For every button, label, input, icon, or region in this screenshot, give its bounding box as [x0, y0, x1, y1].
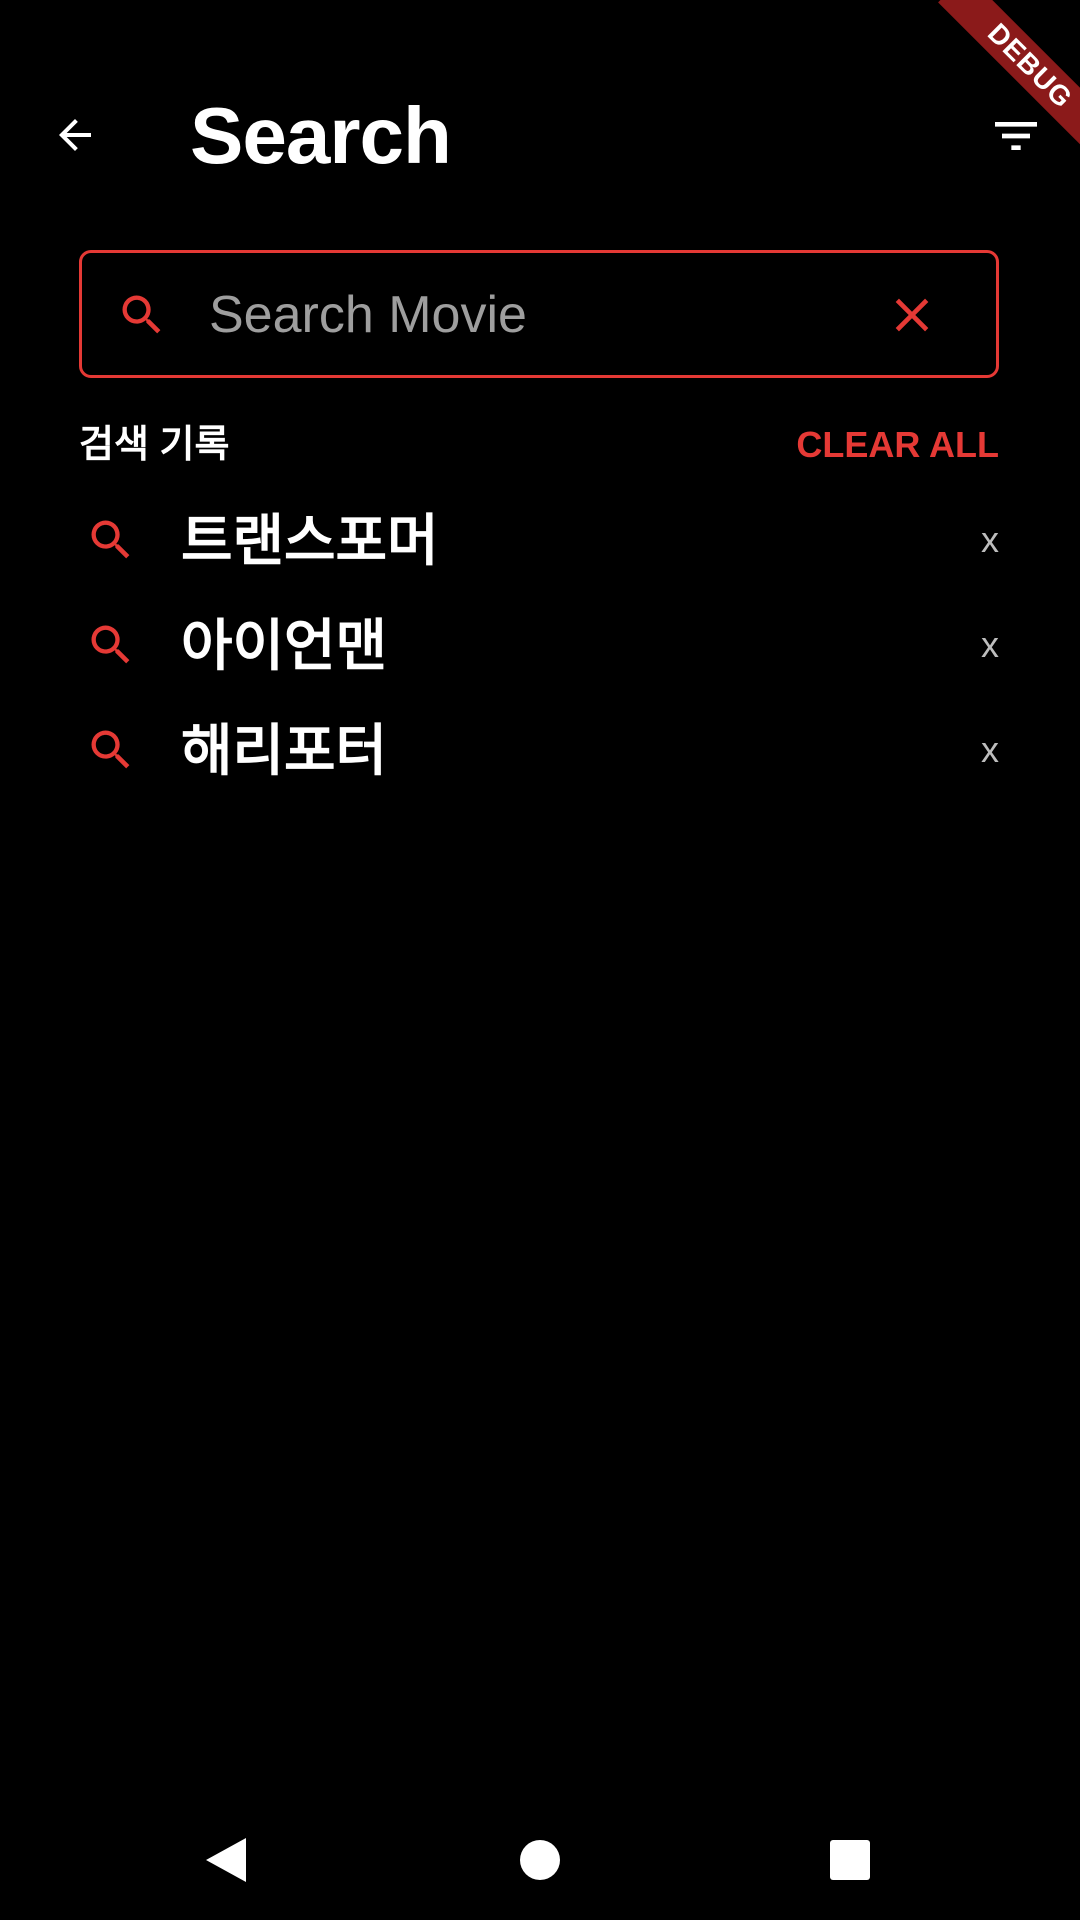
triangle-back-icon	[206, 1838, 246, 1882]
filter-icon	[995, 122, 1037, 150]
filter-button[interactable]	[980, 100, 1052, 172]
close-icon	[895, 298, 929, 332]
search-icon	[116, 289, 168, 341]
circle-home-icon	[520, 1840, 560, 1880]
search-history-list: 트랜스포머 x 아이언맨 x 해리포터 x	[79, 490, 999, 805]
page-title: Search	[190, 91, 452, 180]
nav-back-button[interactable]	[196, 1830, 256, 1890]
search-icon	[85, 619, 137, 671]
remove-history-item-button[interactable]: x	[959, 722, 999, 778]
nav-home-button[interactable]	[510, 1830, 570, 1890]
clear-all-button[interactable]: CLEAR ALL	[796, 420, 999, 470]
search-bar	[79, 250, 999, 378]
history-item[interactable]: 아이언맨 x	[79, 595, 999, 700]
search-history-title: 검색 기록	[79, 424, 230, 466]
search-icon	[85, 724, 137, 776]
search-history-header: 검색 기록 CLEAR ALL	[79, 420, 999, 470]
history-item-label: 트랜스포머	[181, 509, 439, 572]
history-item[interactable]: 해리포터 x	[79, 700, 999, 805]
history-item-label: 해리포터	[181, 719, 388, 782]
nav-recents-button[interactable]	[820, 1830, 880, 1890]
system-nav-bar	[0, 1800, 1080, 1920]
remove-history-item-button[interactable]: x	[959, 617, 999, 673]
remove-history-item-button[interactable]: x	[959, 512, 999, 568]
clear-search-button[interactable]	[882, 285, 942, 345]
square-recents-icon	[830, 1840, 870, 1880]
search-icon	[85, 514, 137, 566]
search-input[interactable]	[207, 271, 851, 359]
app-bar: Search DEBUG	[0, 0, 1080, 270]
history-item[interactable]: 트랜스포머 x	[79, 490, 999, 595]
arrow-back-icon	[59, 119, 91, 151]
history-item-label: 아이언맨	[181, 614, 388, 677]
back-button[interactable]	[40, 100, 110, 170]
